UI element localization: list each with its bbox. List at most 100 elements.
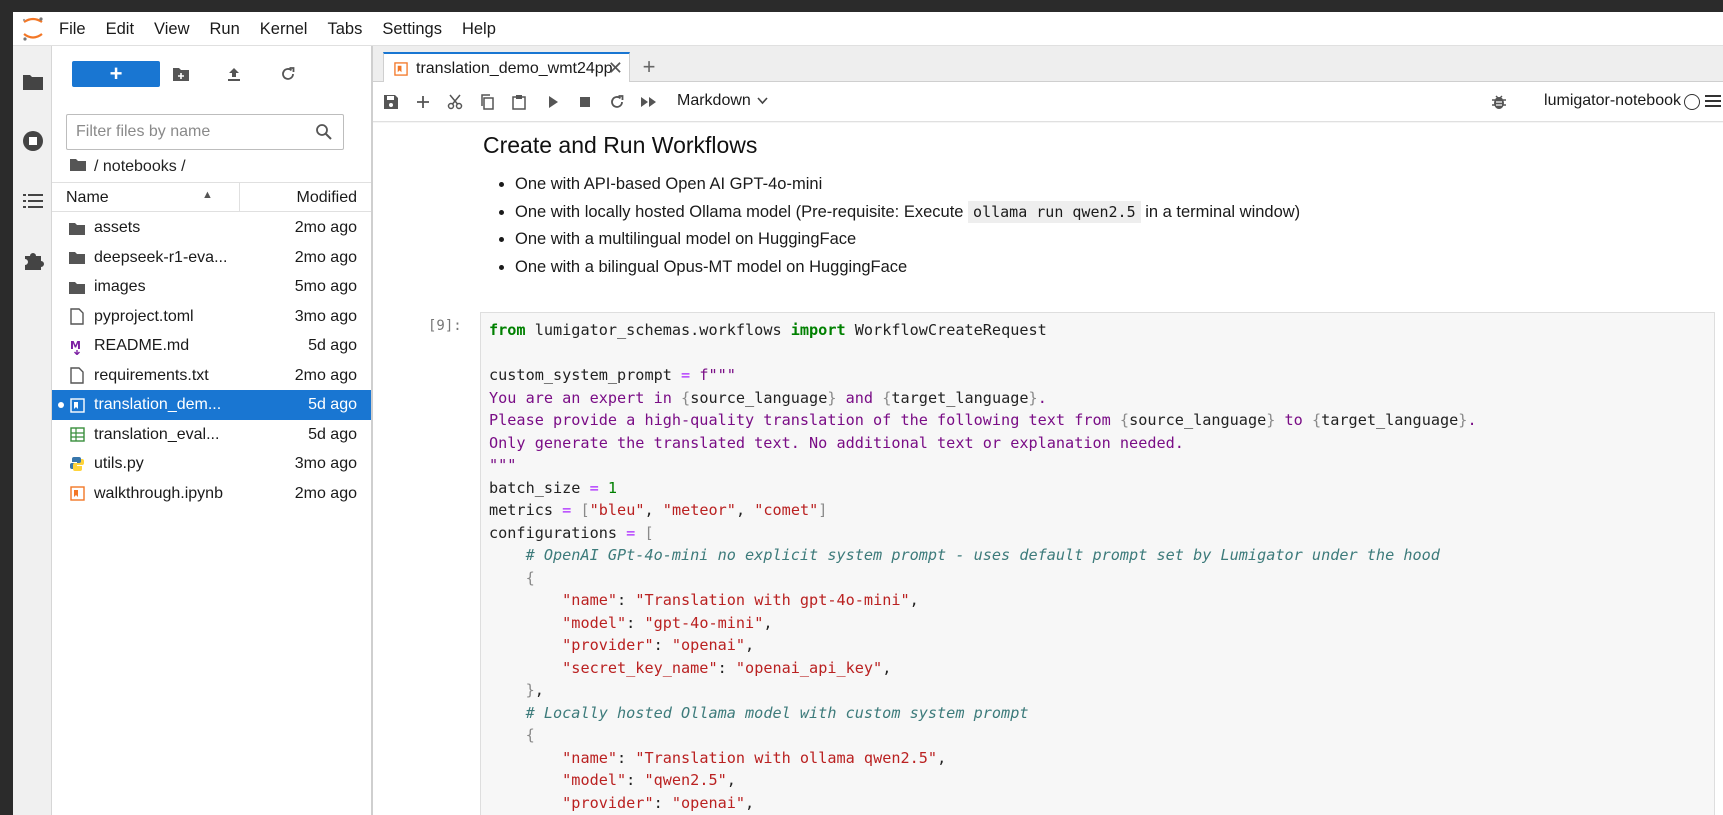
- save-icon[interactable]: [381, 92, 401, 112]
- folder-icon[interactable]: [70, 158, 86, 176]
- upload-icon[interactable]: [222, 62, 246, 86]
- file-row-assets[interactable]: assets 2mo ago: [52, 213, 371, 243]
- menu-edit[interactable]: Edit: [96, 12, 144, 46]
- notebook-icon: [394, 61, 408, 76]
- run-cell-icon[interactable]: [543, 92, 563, 112]
- breadcrumb-path[interactable]: / notebooks /: [94, 158, 186, 176]
- menu-help[interactable]: Help: [452, 12, 506, 46]
- file-row-walkthrough[interactable]: walkthrough.ipynb 2mo ago: [52, 479, 371, 509]
- markdown-bullet-list: One with API-based Open AI GPT-4o-mini O…: [515, 171, 1683, 281]
- column-name-header[interactable]: Name: [66, 189, 109, 207]
- cell-type-value: Markdown: [677, 92, 751, 109]
- code-source: from lumigator_schemas.workflows import …: [489, 321, 1477, 812]
- markdown-cell[interactable]: Create and Run Workflows One with API-ba…: [483, 123, 1683, 281]
- file-row-pyproject[interactable]: pyproject.toml 3mo ago: [52, 302, 371, 332]
- extension-manager-puzzle-icon[interactable]: [18, 246, 48, 276]
- interrupt-kernel-icon[interactable]: [575, 92, 595, 112]
- svg-text:M: M: [70, 339, 81, 352]
- notebook-content: Create and Run Workflows One with API-ba…: [373, 123, 1723, 815]
- file-browser-folder-icon[interactable]: [18, 67, 48, 97]
- paste-icon[interactable]: [509, 92, 529, 112]
- close-tab-icon[interactable]: ✕: [608, 58, 623, 79]
- notebook-icon: [68, 485, 86, 503]
- python-icon: [68, 455, 86, 473]
- main-dock-area: translation_demo_wmt24pp.ipynb ✕ +: [373, 46, 1723, 815]
- file-row-deepseek[interactable]: deepseek-r1-eva... 2mo ago: [52, 243, 371, 273]
- new-tab-button[interactable]: +: [635, 54, 663, 80]
- file-name: images: [94, 278, 146, 295]
- folder-icon: [68, 249, 86, 267]
- folder-icon: [68, 219, 86, 237]
- file-icon: [68, 367, 86, 385]
- file-modified: 5mo ago: [294, 278, 357, 295]
- new-folder-icon[interactable]: [169, 62, 193, 86]
- list-item: One with locally hosted Ollama model (Pr…: [515, 199, 1683, 227]
- list-item: One with a multilingual model on Hugging…: [515, 226, 1683, 254]
- chevron-down-icon: [757, 92, 768, 110]
- markdown-heading: Create and Run Workflows: [483, 132, 758, 158]
- filter-files-input[interactable]: [67, 115, 297, 149]
- file-row-utils[interactable]: utils.py 3mo ago: [52, 449, 371, 479]
- list-item-text: One with locally hosted Ollama model (Pr…: [515, 202, 969, 221]
- column-divider[interactable]: [239, 183, 240, 211]
- file-modified: 5d ago: [308, 337, 357, 354]
- copy-icon[interactable]: [477, 92, 497, 112]
- file-browser-toolbar: +: [52, 46, 371, 98]
- markdown-icon: M: [68, 337, 86, 355]
- file-list: assets 2mo ago deepseek-r1-eva... 2mo ag…: [52, 213, 371, 508]
- file-name: assets: [94, 219, 141, 236]
- cell-type-dropdown[interactable]: Markdown: [677, 92, 768, 110]
- file-filter-box: [66, 114, 344, 150]
- menu-run[interactable]: Run: [200, 12, 250, 46]
- file-row-translation-demo-selected[interactable]: translation_dem... 5d ago: [52, 390, 371, 420]
- hamburger-menu-icon[interactable]: [1705, 93, 1721, 109]
- sort-ascending-icon[interactable]: ▲: [202, 189, 213, 201]
- column-modified-header[interactable]: Modified: [297, 189, 357, 207]
- file-icon: [68, 308, 86, 326]
- file-row-images[interactable]: images 5mo ago: [52, 272, 371, 302]
- refresh-icon[interactable]: [276, 62, 300, 86]
- folder-icon: [68, 278, 86, 296]
- file-name: utils.py: [94, 455, 144, 472]
- file-name: requirements.txt: [94, 366, 209, 384]
- inline-code: ollama run qwen2.5: [968, 200, 1141, 223]
- list-item-text: in a terminal window): [1140, 202, 1301, 221]
- tab-translation-demo[interactable]: translation_demo_wmt24pp.ipynb ✕: [383, 52, 630, 83]
- file-name: README.md: [94, 337, 190, 354]
- kernel-status-idle-icon: [1684, 94, 1700, 110]
- menu-settings[interactable]: Settings: [372, 12, 452, 46]
- menu-view[interactable]: View: [144, 12, 199, 46]
- file-row-requirements[interactable]: requirements.txt 2mo ago: [52, 361, 371, 391]
- running-indicator-dot: [58, 402, 64, 408]
- new-launcher-button[interactable]: +: [72, 61, 160, 87]
- file-modified: 5d ago: [308, 425, 357, 443]
- search-icon: [315, 123, 333, 141]
- file-row-translation-eval[interactable]: translation_eval... 5d ago: [52, 420, 371, 450]
- code-editor[interactable]: from lumigator_schemas.workflows import …: [480, 312, 1715, 815]
- menu-tabs[interactable]: Tabs: [317, 12, 372, 46]
- file-row-readme[interactable]: M README.md 5d ago: [52, 331, 371, 361]
- cut-icon[interactable]: [445, 92, 465, 112]
- notebook-toolbar: Markdown lumigator-notebook: [373, 82, 1723, 122]
- running-sessions-icon[interactable]: [18, 126, 48, 156]
- menu-kernel[interactable]: Kernel: [250, 12, 318, 46]
- jupyterlab-window: File Edit View Run Kernel Tabs Settings …: [13, 12, 1723, 815]
- file-name: walkthrough.ipynb: [94, 484, 223, 502]
- restart-kernel-icon[interactable]: [607, 92, 627, 112]
- table-of-contents-icon[interactable]: [18, 186, 48, 216]
- file-modified: 2mo ago: [294, 248, 357, 266]
- menu-file[interactable]: File: [49, 12, 96, 46]
- file-name: translation_dem...: [94, 396, 222, 413]
- list-item: One with API-based Open AI GPT-4o-mini: [515, 171, 1683, 199]
- file-browser-panel: + / notebooks / Name ▲: [52, 46, 373, 815]
- insert-cell-plus-icon[interactable]: [413, 92, 433, 112]
- tab-title: translation_demo_wmt24pp.ipynb: [416, 59, 612, 77]
- file-list-header: Name ▲ Modified: [52, 182, 371, 212]
- debugger-bug-icon[interactable]: [1490, 93, 1508, 111]
- file-name: translation_eval...: [94, 425, 220, 443]
- run-all-fast-forward-icon[interactable]: [639, 92, 659, 112]
- kernel-name[interactable]: lumigator-notebook: [1544, 92, 1681, 110]
- file-name: deepseek-r1-eva...: [94, 248, 228, 266]
- menu-bar: File Edit View Run Kernel Tabs Settings …: [13, 12, 1723, 46]
- file-modified: 2mo ago: [294, 219, 357, 236]
